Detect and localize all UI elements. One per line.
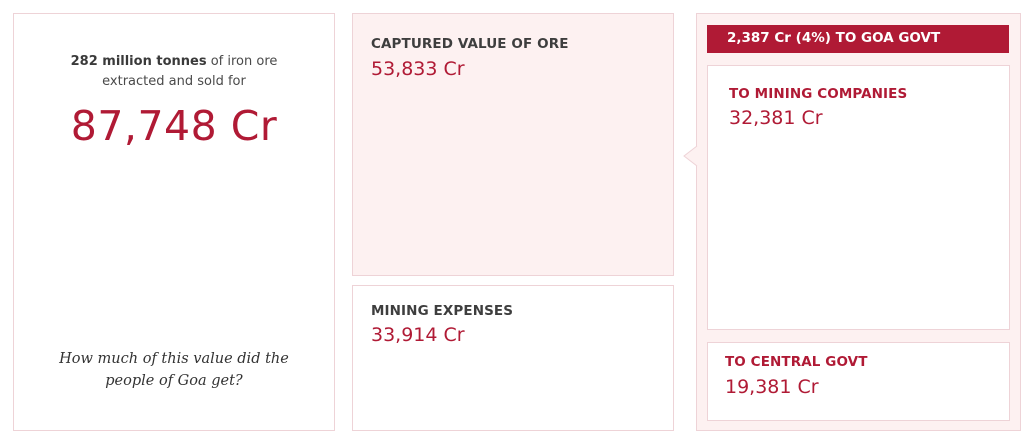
mining-companies-amount: 32,381 Cr <box>729 107 823 129</box>
mining-expenses-amount: 33,914 Cr <box>371 324 465 346</box>
pointer-arrow-icon <box>683 146 698 166</box>
central-govt-panel: TO CENTRAL GOVT 19,381 Cr <box>707 342 1010 421</box>
intro-text: 282 million tonnes of iron ore extracted… <box>14 52 334 92</box>
central-govt-label: TO CENTRAL GOVT <box>725 354 868 370</box>
captured-value-amount: 53,833 Cr <box>371 58 465 80</box>
intro-rest: of iron ore <box>210 54 278 69</box>
tonnes-figure: 282 million tonnes <box>70 54 207 69</box>
mining-expenses-panel: MINING EXPENSES 33,914 Cr <box>352 285 674 431</box>
intro-line2: extracted and sold for <box>102 74 246 89</box>
total-value-panel: 282 million tonnes of iron ore extracted… <box>13 13 335 431</box>
question-line1: How much of this value did the <box>59 351 289 367</box>
question-text: How much of this value did the people of… <box>14 348 334 392</box>
goa-govt-bar: 2,387 Cr (4%) TO GOA GOVT <box>707 25 1009 53</box>
total-value: 87,748 Cr <box>70 102 278 150</box>
central-govt-amount: 19,381 Cr <box>725 376 819 398</box>
captured-value-label: CAPTURED VALUE OF ORE <box>371 36 569 52</box>
question-line2: people of Goa get? <box>105 373 243 389</box>
mining-expenses-label: MINING EXPENSES <box>371 303 514 319</box>
goa-govt-label: 2,387 Cr (4%) TO GOA GOVT <box>727 30 941 46</box>
captured-value-panel: CAPTURED VALUE OF ORE 53,833 Cr <box>352 13 674 276</box>
mining-companies-panel: TO MINING COMPANIES 32,381 Cr <box>707 65 1010 330</box>
mining-companies-label: TO MINING COMPANIES <box>729 86 908 102</box>
